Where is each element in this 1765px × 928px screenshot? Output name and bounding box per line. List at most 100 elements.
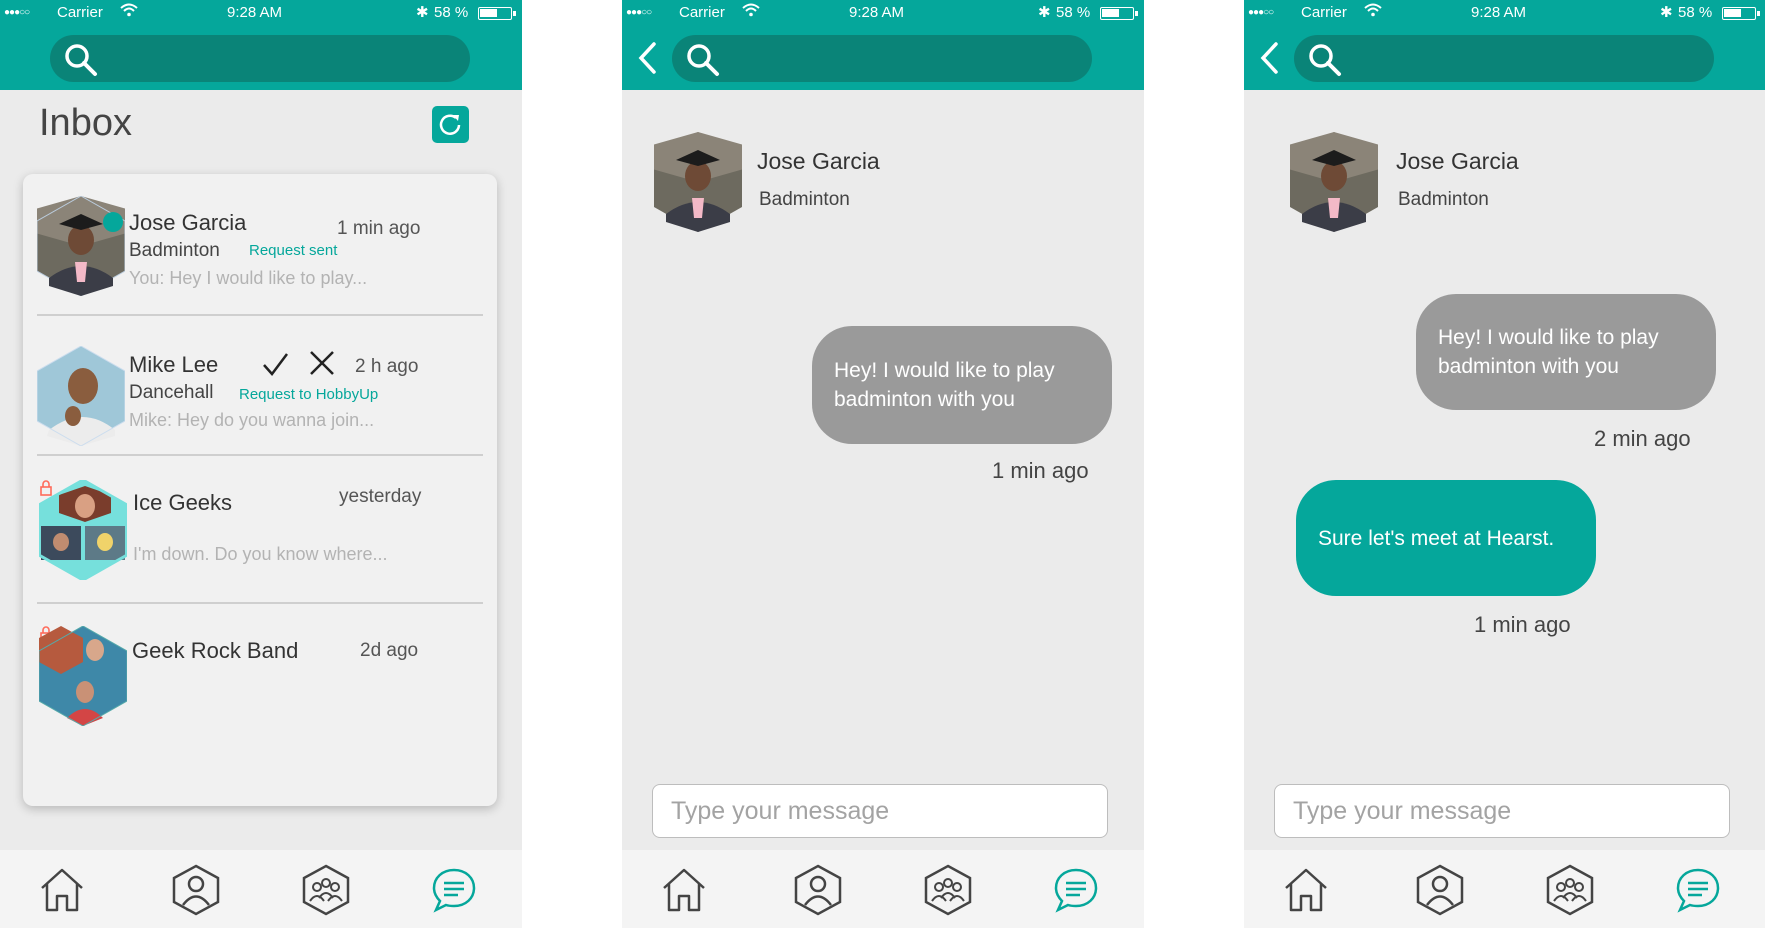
signal-icon: ●●●○○	[626, 7, 652, 18]
conversation-row[interactable]: Jose Garcia 1 min ago Badminton Request …	[23, 174, 497, 316]
search-icon	[1309, 44, 1341, 76]
message-time: 1 min ago	[1474, 612, 1571, 637]
conversation-row[interactable]: Ice Geeks yesterday I'm down. Do you kno…	[23, 456, 497, 604]
clock: 9:28 AM	[1471, 4, 1527, 21]
avatar	[37, 196, 125, 296]
tab-messages[interactable]	[1050, 864, 1102, 916]
chat-icon	[432, 868, 476, 913]
wifi-icon	[120, 3, 138, 17]
tab-home[interactable]	[658, 864, 710, 916]
tab-profile[interactable]	[792, 864, 844, 916]
chat-icon	[1676, 868, 1720, 913]
conversation-row[interactable]: Geek Rock Band 2d ago	[23, 604, 497, 754]
contact-avatar	[1290, 132, 1378, 232]
request-status: Request to HobbyUp	[239, 386, 379, 403]
wifi-icon	[742, 3, 760, 17]
contact-name: Jose Garcia	[757, 148, 880, 174]
profile-icon	[172, 864, 220, 916]
search-bar[interactable]	[50, 35, 470, 82]
home-icon	[41, 868, 83, 912]
signal-icon: ●●●○○	[1248, 7, 1274, 18]
message-preview: I'm down. Do you know where...	[133, 544, 388, 564]
tab-messages[interactable]	[428, 864, 480, 916]
search-bar[interactable]	[1294, 35, 1714, 82]
status-bar: ●●●○○ Carrier 9:28 AM ✱ 58 %	[622, 0, 1144, 26]
chat-content: Jose Garcia Badminton Hey! I would like …	[1244, 90, 1765, 850]
decline-icon[interactable]	[309, 350, 335, 376]
message-bubble-outgoing: Hey! I would like to play badminton with…	[1416, 294, 1716, 410]
message-time: 2 h ago	[355, 356, 419, 377]
tab-bar	[0, 850, 522, 928]
activity-label: Badminton	[1398, 189, 1489, 210]
activity-label: Badminton	[129, 240, 220, 261]
message-time: 2d ago	[360, 640, 419, 661]
bluetooth-icon: ✱	[416, 4, 429, 21]
accept-icon[interactable]	[261, 352, 289, 378]
carrier-label: Carrier	[1301, 4, 1347, 21]
activity-label: Dancehall	[129, 382, 214, 403]
group-avatar	[39, 626, 127, 726]
clock: 9:28 AM	[849, 4, 905, 21]
message-preview: You: Hey I would like to play...	[129, 268, 368, 288]
signal-icon: ●●●○○	[4, 7, 30, 18]
battery-label: 58 %	[1678, 4, 1713, 21]
groups-icon	[1546, 864, 1594, 916]
refresh-button[interactable]	[432, 106, 469, 143]
page-title: Inbox	[39, 102, 132, 144]
tab-bar	[622, 850, 1144, 928]
chat-screen: ●●●○○ Carrier 9:28 AM ✱ 58 % Jose Garcia…	[622, 0, 1144, 928]
avatar	[37, 346, 125, 446]
tab-profile[interactable]	[170, 864, 222, 916]
back-icon[interactable]	[636, 40, 660, 76]
group-name: Ice Geeks	[133, 490, 233, 515]
tab-groups[interactable]	[1544, 864, 1596, 916]
message-time: 1 min ago	[992, 458, 1089, 483]
message-preview: Mike: Hey do you wanna join...	[129, 410, 375, 430]
carrier-label: Carrier	[679, 4, 725, 21]
battery-icon	[1100, 7, 1138, 20]
tab-home[interactable]	[36, 864, 88, 916]
top-bar	[0, 26, 522, 90]
profile-icon	[1416, 864, 1464, 916]
bluetooth-icon: ✱	[1660, 4, 1673, 21]
tab-messages[interactable]	[1672, 864, 1724, 916]
battery-label: 58 %	[434, 4, 469, 21]
battery-label: 58 %	[1056, 4, 1091, 21]
message-time: 1 min ago	[337, 218, 421, 239]
contact-name: Mike Lee	[129, 352, 219, 377]
profile-icon	[794, 864, 842, 916]
message-bubble-outgoing: Hey! I would like to play badminton with…	[812, 326, 1112, 444]
top-bar	[622, 26, 1144, 90]
tab-groups[interactable]	[922, 864, 974, 916]
wifi-icon	[1364, 3, 1382, 17]
tab-bar	[1244, 850, 1765, 928]
tab-profile[interactable]	[1414, 864, 1466, 916]
contact-avatar	[654, 132, 742, 232]
contact-name: Jose Garcia	[129, 210, 247, 235]
conversation-row[interactable]: Mike Lee 2 h ago Dancehall Request to Ho…	[23, 316, 497, 456]
status-bar: ●●●○○ Carrier 9:28 AM ✱ 58 %	[0, 0, 522, 26]
request-status: Request sent	[249, 242, 338, 259]
message-bubble-incoming: Sure let's meet at Hearst.	[1296, 480, 1596, 596]
message-input[interactable]	[1274, 784, 1730, 838]
search-bar[interactable]	[672, 35, 1092, 82]
back-icon[interactable]	[1258, 40, 1282, 76]
message-time: 2 min ago	[1594, 426, 1691, 451]
search-icon	[687, 44, 719, 76]
tab-home[interactable]	[1280, 864, 1332, 916]
inbox-content: Inbox Jose Garcia 1 min ago Badminton Re…	[0, 90, 522, 850]
message-time: yesterday	[339, 486, 422, 507]
bluetooth-icon: ✱	[1038, 4, 1051, 21]
group-name: Geek Rock Band	[132, 638, 299, 663]
message-input[interactable]	[652, 784, 1108, 838]
clock: 9:28 AM	[227, 4, 283, 21]
online-indicator	[103, 212, 123, 232]
activity-label: Badminton	[759, 189, 850, 210]
refresh-icon	[439, 114, 461, 135]
contact-name: Jose Garcia	[1396, 148, 1519, 174]
battery-icon	[1722, 7, 1760, 20]
carrier-label: Carrier	[57, 4, 103, 21]
groups-icon	[924, 864, 972, 916]
conversation-list: Jose Garcia 1 min ago Badminton Request …	[23, 174, 497, 806]
tab-groups[interactable]	[300, 864, 352, 916]
